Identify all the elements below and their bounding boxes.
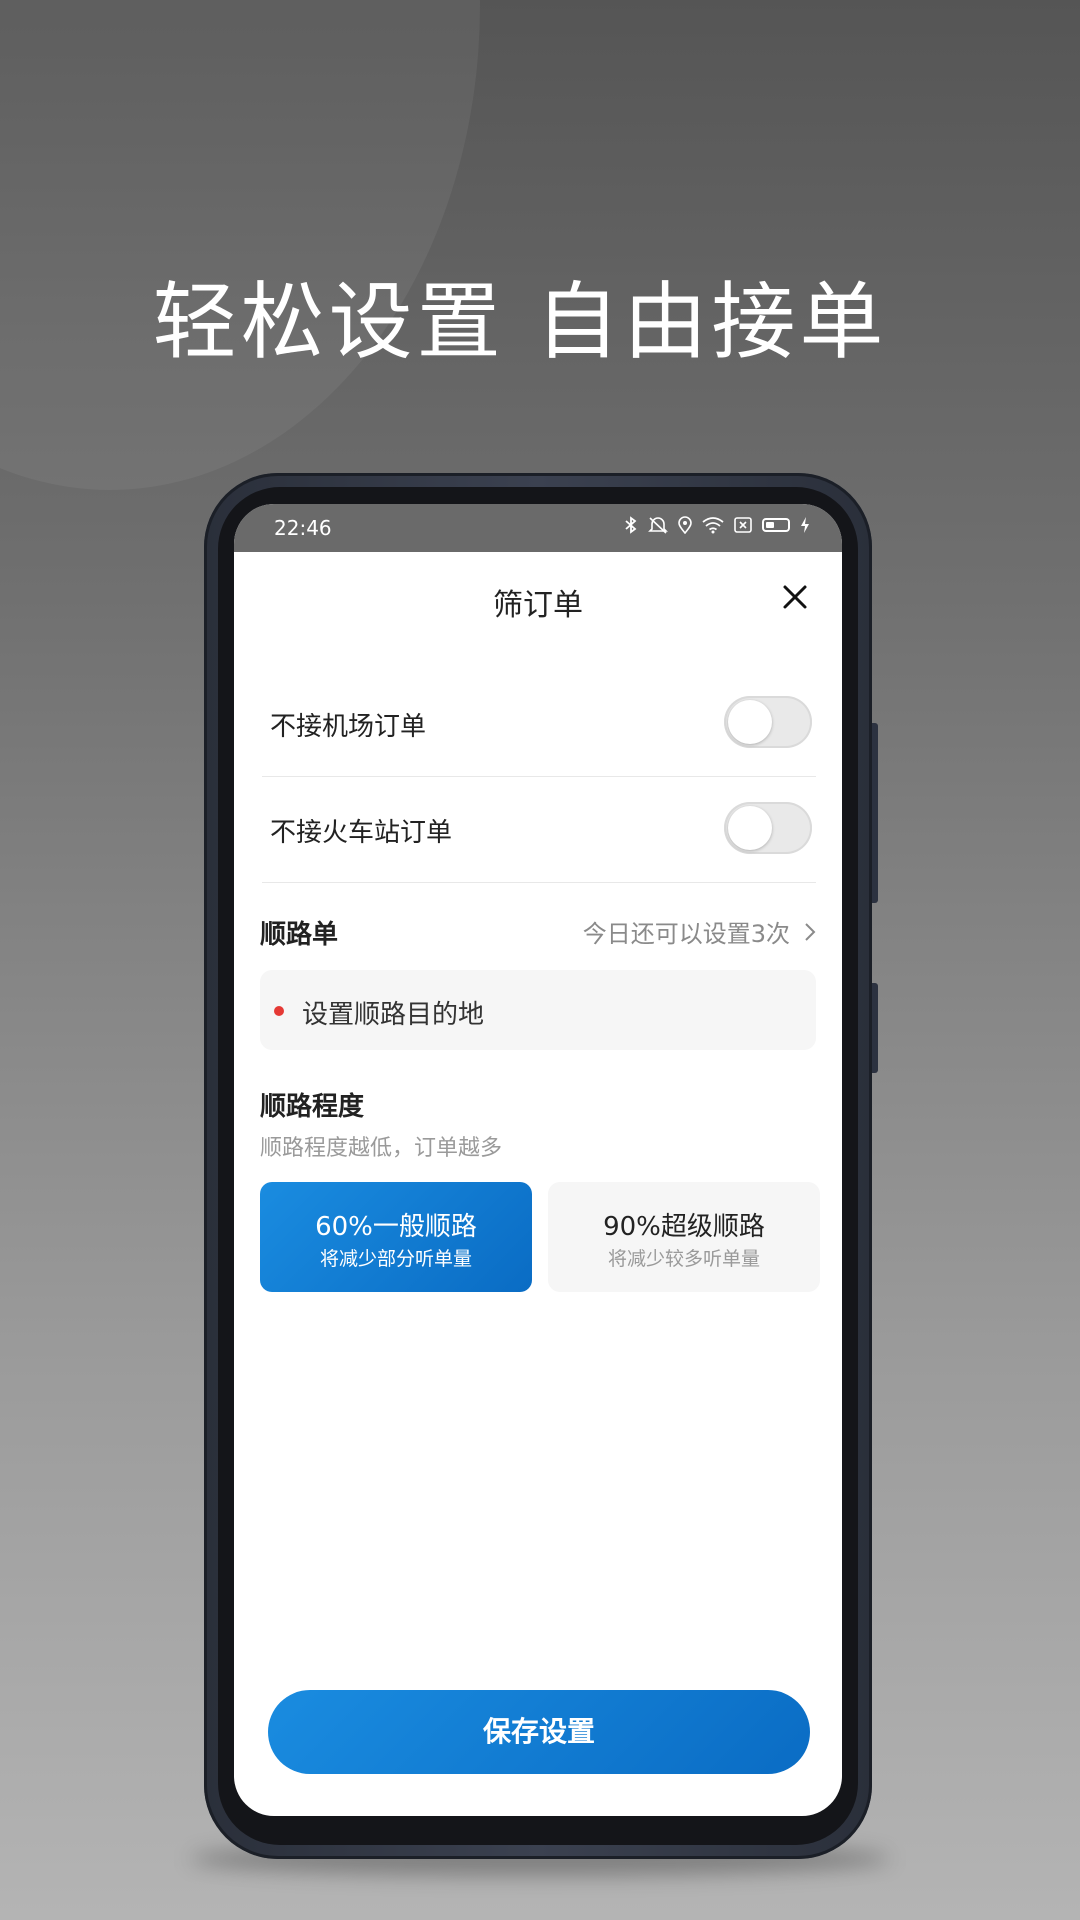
airport-order-row: 不接机场订单 [262,670,816,777]
bluetooth-icon [625,516,637,534]
destination-placeholder: 设置顺路目的地 [302,1000,485,1030]
power-button [872,983,878,1073]
degree-option-sub: 将减少较多听单量 [607,1248,760,1270]
sim-icon [734,517,752,533]
shunlu-remaining-text: 今日还可以设置3次 [582,920,790,948]
degree-option-sub: 将减少部分听单量 [319,1248,472,1270]
degree-option-90[interactable]: 90%超级顺路 将减少较多听单量 [548,1182,820,1292]
volume-button [872,723,878,903]
save-button[interactable]: 保存设置 [268,1690,810,1774]
phone-screen: 22:46 筛订单 不接机场订单 不接火车站订单 顺路单 今日还可以设置3次 设… [234,504,842,1816]
mute-icon [648,517,668,534]
status-time: 22:46 [274,516,332,540]
background-circle [0,0,480,490]
train-station-order-label: 不接火车站订单 [270,818,453,848]
page-title: 筛订单 [493,588,583,623]
toggle-knob [728,700,772,744]
degree-option-main: 90%超级顺路 [603,1212,765,1242]
close-icon [783,585,807,609]
battery-icon [762,518,790,532]
status-icons [624,516,810,534]
chevron-right-icon [805,922,816,941]
degree-subtitle: 顺路程度越低，订单越多 [260,1136,503,1161]
degree-title: 顺路程度 [260,1092,365,1122]
degree-option-main: 60%一般顺路 [315,1212,477,1242]
close-button[interactable] [776,578,814,616]
status-bar: 22:46 [234,504,842,552]
shunlu-destination-input[interactable]: 设置顺路目的地 [260,970,816,1050]
charging-icon [801,517,809,533]
promo-canvas: 轻松设置 自由接单 22:46 筛订单 不接机场订单 不接火车站订单 顺路单 今… [0,0,1080,1920]
wifi-icon [702,517,724,534]
toggle-knob [728,806,772,850]
train-station-order-toggle[interactable] [724,802,812,854]
airport-order-toggle[interactable] [724,696,812,748]
shunlu-remaining-link[interactable]: 今日还可以设置3次 [583,914,816,949]
destination-marker-icon [274,1006,284,1016]
promo-headline: 轻松设置 自由接单 [152,273,888,371]
airport-order-label: 不接机场订单 [270,712,427,742]
train-station-order-row: 不接火车站订单 [262,776,816,883]
location-icon [678,516,692,534]
degree-option-60[interactable]: 60%一般顺路 将减少部分听单量 [260,1182,532,1292]
shunlu-title: 顺路单 [260,920,339,950]
